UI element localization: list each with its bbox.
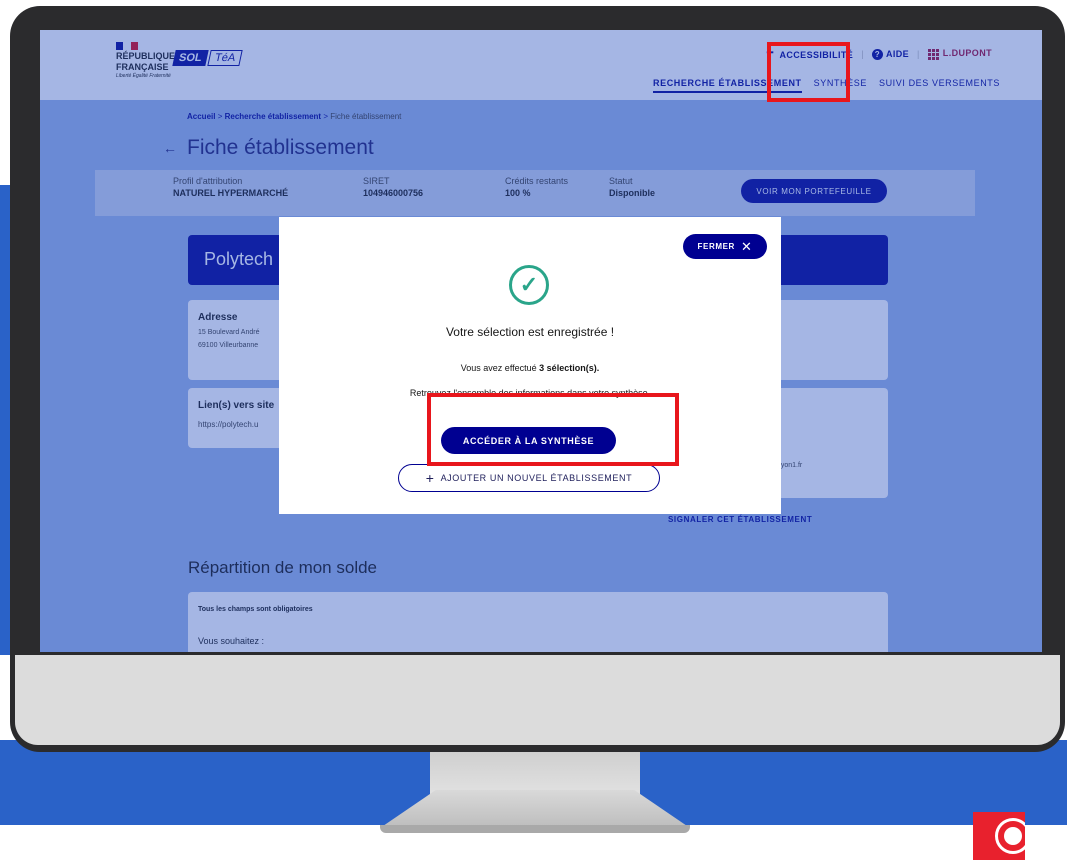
accessibility-label: ACCESSIBILITÉ [779,50,854,60]
balance-title: Répartition de mon solde [188,558,378,577]
profile-info: Profil d'attribution NATUREL HYPERMARCHÉ [173,176,288,198]
rf-motto: Liberté Égalité Fraternité [116,73,171,79]
address-line2: 69100 Villeurbanne [198,342,259,349]
close-label: FERMER [697,242,735,251]
credits-value: 100 % [505,188,531,198]
selection-count: Vous avez effectué 3 sélection(s). [279,363,781,373]
profile-value: NATUREL HYPERMARCHÉ [173,188,289,198]
address-line1: 15 Boulevard André [198,329,260,336]
user-menu[interactable]: L.DUPONT [927,48,992,60]
help-label: AIDE [885,48,910,59]
screen: RÉPUBLIQUE FRANÇAISE Liberté Égalité Fra… [40,30,1042,652]
website-link[interactable]: https://polytech.u [198,420,274,429]
required-note: Tous les champs sont obligatoires [198,606,313,613]
header-tools: ✝ ACCESSIBILITÉ | ? AIDE | L.DUPONT [765,47,992,61]
siret-info: SIRET 104946000756 [363,176,423,198]
page-title-text: Fiche établissement [187,136,374,159]
portfolio-button[interactable]: VOIR MON PORTEFEUILLE [741,179,887,203]
breadcrumb-current: Fiche établissement [330,112,402,121]
nav-suivi[interactable]: SUIVI DES VERSEMENTS [879,78,1000,93]
access-synthesis-button[interactable]: ACCÉDER À LA SYNTHÈSE [441,427,616,454]
user-name: L.DUPONT [942,48,992,59]
breadcrumb-search[interactable]: Recherche établissement [225,112,322,121]
chevron-right-icon: > [217,112,225,121]
flag-icon [116,42,138,50]
divider: | [917,49,920,59]
siret-label: SIRET [363,176,390,186]
credits-info: Crédits restants 100 % [505,176,568,198]
modal-hint: Retrouvez l'ensemble des informations da… [409,388,651,398]
main-nav: RECHERCHE ÉTABLISSEMENT SYNTHÈSE SUIVI D… [653,78,1000,93]
seal-icon [995,818,1025,854]
modal-title: Votre sélection est enregistrée ! [445,325,615,339]
nav-synthese[interactable]: SYNTHÈSE [814,78,867,93]
status-label: Statut [609,176,633,186]
nav-recherche[interactable]: RECHERCHE ÉTABLISSEMENT [653,78,802,93]
report-link[interactable]: SIGNALER CET ÉTABLISSEMENT [668,515,812,524]
monitor-foot [380,825,690,833]
close-button[interactable]: FERMER ✕ [683,234,767,259]
breadcrumb: Accueil > Recherche établissement > Fich… [187,112,401,121]
divider: | [861,49,864,59]
logo-tea: TéA [206,50,243,66]
wish-label: Vous souhaitez : [198,636,265,646]
slide: RÉPUBLIQUE FRANÇAISE Liberté Égalité Fra… [0,0,1067,868]
accessibility-link[interactable]: ✝ ACCESSIBILITÉ [765,47,853,61]
question-icon: ? [871,48,883,60]
republique-logo[interactable]: RÉPUBLIQUE FRANÇAISE Liberté Égalité Fra… [116,42,175,79]
add-establishment-label: AJOUTER UN NOUVEL ÉTABLISSEMENT [440,473,633,483]
siret-value: 104946000756 [363,188,424,198]
rf-line2: FRANÇAISE [116,62,169,72]
rf-line1: RÉPUBLIQUE [116,51,176,61]
count-prefix: Vous avez effectué [460,363,540,373]
logo-sol: SOL [172,50,209,66]
grid-icon [927,48,939,60]
help-link[interactable]: ? AIDE [871,48,910,60]
status-info: Statut Disponible [609,176,655,198]
status-value: Disponible [609,188,656,198]
confirmation-modal: FERMER ✕ ✓ Votre sélection est enregistr… [279,217,781,514]
profile-label: Profil d'attribution [173,176,243,186]
accessibility-icon: ✝ [765,47,776,61]
close-icon: ✕ [740,238,753,254]
address-title: Adresse [198,312,238,323]
plus-icon: + [425,470,435,486]
university-logo [973,812,1025,860]
monitor-chin [12,655,1063,748]
count-value: 3 sélection(s). [539,363,600,373]
links-title: Lien(s) vers site [198,400,275,411]
breadcrumb-home[interactable]: Accueil [187,112,215,121]
establishment-name: Polytech [204,249,274,269]
page-title: ← Fiche établissement [163,136,374,160]
soltea-logo[interactable]: SOL TéA [172,48,243,68]
back-arrow-icon[interactable]: ← [163,140,177,156]
add-establishment-button[interactable]: + AJOUTER UN NOUVEL ÉTABLISSEMENT [398,464,660,492]
balance-form: Tous les champs sont obligatoires Vous s… [188,592,888,652]
site-header: RÉPUBLIQUE FRANÇAISE Liberté Égalité Fra… [40,30,1042,100]
credits-label: Crédits restants [505,176,569,186]
check-circle-icon: ✓ [509,265,549,305]
